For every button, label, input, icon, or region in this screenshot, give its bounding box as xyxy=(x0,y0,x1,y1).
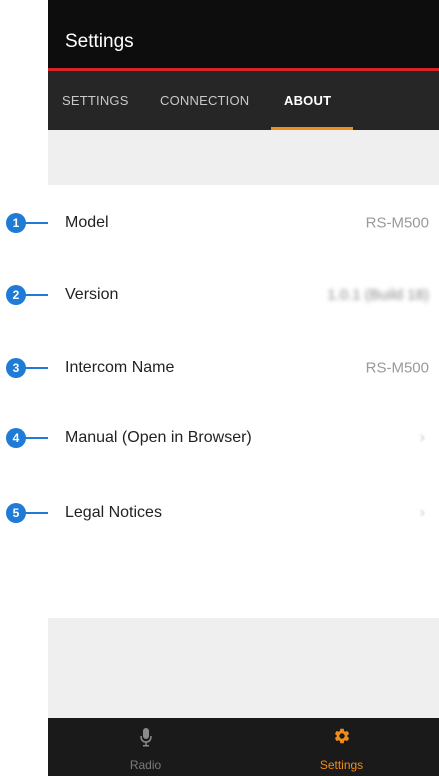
version-label: Version xyxy=(65,286,119,303)
microphone-icon xyxy=(139,727,152,752)
list-item-intercom-name[interactable]: Intercom Name RS-M500 xyxy=(48,338,439,398)
list-item-manual[interactable]: Manual (Open in Browser) › xyxy=(48,408,439,468)
bottom-navigation: Radio Settings xyxy=(48,718,439,776)
callout-5: 5 xyxy=(6,503,26,523)
app-bar: Settings xyxy=(48,0,439,68)
callout-2: 2 xyxy=(6,285,26,305)
phone-screen: Settings SETTINGS CONNECTION ABOUT Model… xyxy=(48,0,439,776)
model-value: RS-M500 xyxy=(365,214,429,232)
list-item-version[interactable]: Version 1.0.1 (Build 18) xyxy=(48,265,439,325)
tab-connection[interactable]: CONNECTION xyxy=(160,71,249,130)
list-item-model[interactable]: Model RS-M500 xyxy=(48,193,439,253)
tab-bar: SETTINGS CONNECTION ABOUT xyxy=(48,71,439,130)
bottom-spacer xyxy=(48,618,439,718)
intercom-name-label: Intercom Name xyxy=(65,359,175,376)
chevron-right-icon: › xyxy=(419,429,425,446)
callout-line-5 xyxy=(24,512,50,514)
tab-settings[interactable]: SETTINGS xyxy=(62,71,129,130)
nav-radio-label: Radio xyxy=(129,758,162,772)
gear-icon xyxy=(333,727,351,750)
callout-3: 3 xyxy=(6,358,26,378)
page-title: Settings xyxy=(65,31,134,52)
model-label: Model xyxy=(65,214,109,231)
callout-4: 4 xyxy=(6,428,26,448)
callout-line-4 xyxy=(24,437,50,439)
legal-notices-label: Legal Notices xyxy=(65,504,162,521)
intercom-name-value: RS-M500 xyxy=(365,359,429,377)
chevron-right-icon: › xyxy=(419,504,425,521)
callout-line-2 xyxy=(24,294,50,296)
version-value: 1.0.1 (Build 18) xyxy=(327,286,429,304)
list-item-legal-notices[interactable]: Legal Notices › xyxy=(48,483,439,543)
nav-settings-label: Settings xyxy=(319,758,364,772)
top-spacer xyxy=(48,130,439,185)
nav-radio[interactable]: Radio xyxy=(48,718,243,776)
nav-settings[interactable]: Settings xyxy=(244,718,439,776)
manual-label: Manual (Open in Browser) xyxy=(65,429,252,446)
tab-about[interactable]: ABOUT xyxy=(284,71,331,130)
callout-line-3 xyxy=(24,367,50,369)
callout-line-1 xyxy=(24,222,50,224)
callout-1: 1 xyxy=(6,213,26,233)
about-list: Model RS-M500 Version 1.0.1 (Build 18) I… xyxy=(48,185,439,618)
